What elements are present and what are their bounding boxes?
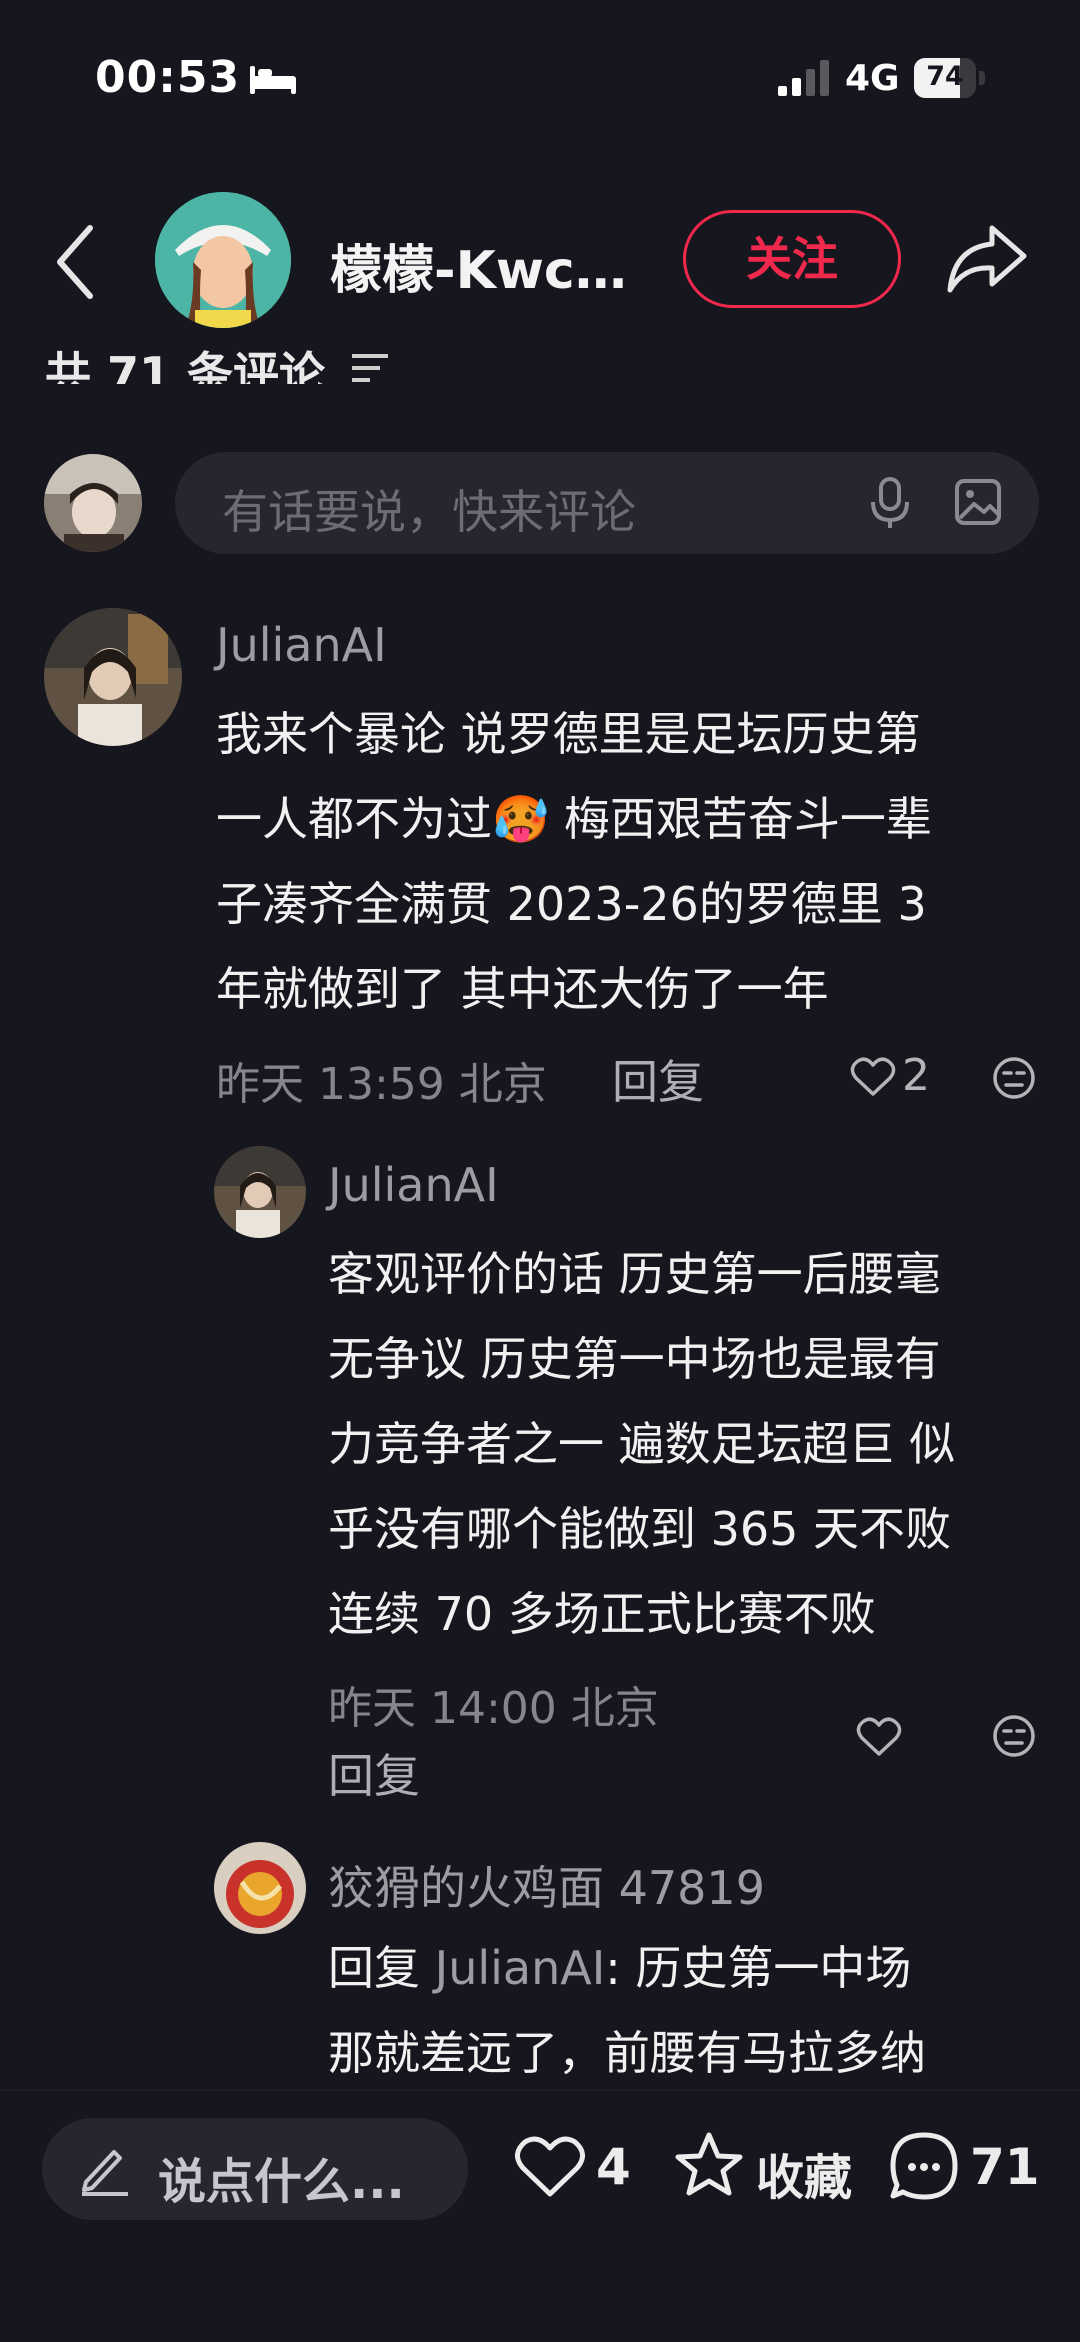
reply-line: 连续 70 多场正式比赛不败	[328, 1587, 876, 1641]
reply-avatar[interactable]	[214, 1146, 306, 1238]
comment-line: 一人都不为过🥵 梅西艰苦奋斗一辈	[216, 792, 932, 846]
comment-line: 子凑齐全满贯 2023-26的罗德里 3	[216, 877, 927, 931]
like-count: 4	[596, 2138, 631, 2196]
network-type: 4G	[845, 58, 900, 99]
reply-text: 客观评价的话 历史第一后腰毫 无争议 历史第一中场也是最有 力竞争者之一 遍数足…	[328, 1232, 955, 1657]
reply-line: 乎没有哪个能做到 365 天不败	[328, 1502, 952, 1556]
reply-button[interactable]: 回复	[328, 1740, 420, 1806]
dislike-face-icon[interactable]	[992, 1714, 1036, 1758]
reply-avatar[interactable]	[214, 1842, 306, 1934]
like-icon[interactable]	[856, 1716, 902, 1758]
reply-line: 那就差远了，前腰有马拉多纳	[328, 2026, 926, 2080]
dislike-face-icon[interactable]	[992, 1056, 1036, 1100]
comment-count: 共 71 条评论	[45, 347, 326, 384]
like-count: 2	[902, 1050, 930, 1101]
status-time: 00:53	[95, 52, 241, 103]
sort-icon[interactable]	[350, 352, 390, 388]
battery-icon: 74	[914, 58, 986, 98]
share-icon[interactable]	[946, 222, 1028, 294]
pencil-icon	[82, 2150, 128, 2196]
reply-username[interactable]: 狡猾的火鸡面 47819	[328, 1852, 765, 1918]
follow-button[interactable]: 关注	[683, 210, 901, 308]
reply-rest: : 历史第一中场	[605, 1941, 912, 1995]
star-icon[interactable]	[674, 2130, 744, 2200]
author-name[interactable]: 檬檬-Kwc...	[330, 228, 630, 303]
reply-to-user[interactable]: JulianAI	[435, 1941, 606, 1995]
comment-bubble-icon[interactable]	[888, 2130, 960, 2202]
reply-button[interactable]: 回复	[612, 1046, 704, 1112]
author-avatar[interactable]	[155, 192, 291, 328]
sleep-focus-icon	[250, 66, 296, 94]
my-avatar	[44, 454, 142, 552]
comment-total: 71	[970, 2138, 1040, 2196]
comment-text: 我来个暴论 说罗德里是足坛历史第 一人都不为过🥵 梅西艰苦奋斗一辈 子凑齐全满贯…	[216, 692, 932, 1032]
say-something-placeholder[interactable]: 说点什么...	[158, 2142, 405, 2212]
comment-line: 年就做到了 其中还大伤了一年	[216, 962, 829, 1016]
reply-line: 力竞争者之一 遍数足坛超巨 似	[328, 1417, 956, 1471]
favorite-label[interactable]: 收藏	[756, 2138, 852, 2208]
reply-line: 客观评价的话 历史第一后腰毫	[328, 1247, 941, 1301]
reply-prefix: 回复	[328, 1941, 435, 1995]
comment-input-placeholder[interactable]: 有话要说，快来评论	[222, 476, 636, 542]
reply-text: 回复 JulianAI: 历史第一中场 那就差远了，前腰有马拉多纳	[328, 1926, 926, 2096]
microphone-icon[interactable]	[868, 476, 912, 530]
cellular-signal-icon	[778, 60, 829, 96]
back-icon[interactable]	[52, 222, 102, 302]
like-icon[interactable]	[514, 2134, 586, 2200]
comment-username[interactable]: JulianAI	[216, 618, 387, 672]
like-icon[interactable]	[850, 1056, 896, 1098]
battery-percent: 74	[926, 61, 964, 92]
reply-username[interactable]: JulianAI	[328, 1158, 499, 1212]
reply-line: 回复 JulianAI: 历史第一中场	[328, 1926, 926, 2011]
comment-line: 我来个暴论 说罗德里是足坛历史第	[216, 707, 921, 761]
comment-meta: 昨天 13:59 北京	[216, 1059, 547, 1110]
reply-line: 无争议 历史第一中场也是最有	[328, 1332, 941, 1386]
reply-meta: 昨天 14:00 北京	[328, 1683, 659, 1734]
image-icon[interactable]	[954, 478, 1002, 526]
commenter-avatar[interactable]	[44, 608, 182, 746]
